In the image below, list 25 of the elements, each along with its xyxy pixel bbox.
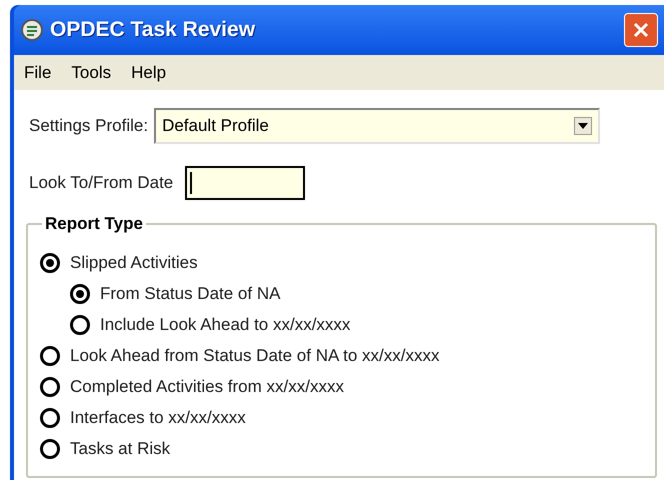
field-label: Settings Profile: [29, 115, 148, 138]
menu-item[interactable]: Help [131, 60, 166, 86]
radio-button[interactable] [40, 346, 60, 366]
app-icon [20, 18, 44, 42]
option-label: Include Look Ahead to xx/xx/xxxx [100, 314, 350, 336]
radio-button[interactable] [70, 314, 90, 334]
radio-button[interactable] [40, 438, 60, 458]
date-field[interactable] [185, 166, 306, 200]
option-label: Look Ahead from Status Date of NA to xx/xx/xxxx [70, 344, 440, 367]
close-icon [632, 21, 650, 39]
menu-item[interactable]: File [24, 60, 52, 86]
option-label: Completed Activities from xx/xx/xxxx [70, 376, 344, 398]
field-label: Look To/From Date [29, 172, 174, 194]
radio-button[interactable] [40, 376, 60, 396]
radio-button[interactable] [40, 252, 60, 272]
option-label: Tasks at Risk [70, 438, 170, 460]
menu-item[interactable]: Tools [71, 60, 112, 86]
profile-dropdown[interactable]: Default Profile [154, 108, 600, 144]
close-button[interactable] [624, 13, 658, 47]
option-label: From Status Date of NA [100, 282, 280, 305]
window-title: OPDEC Task Review [50, 17, 256, 44]
option-label: Slipped Activities [70, 252, 198, 274]
radio-button[interactable] [40, 408, 60, 428]
option-label: Interfaces to xx/xx/xxxx [70, 406, 246, 429]
radio-button[interactable] [70, 284, 90, 304]
